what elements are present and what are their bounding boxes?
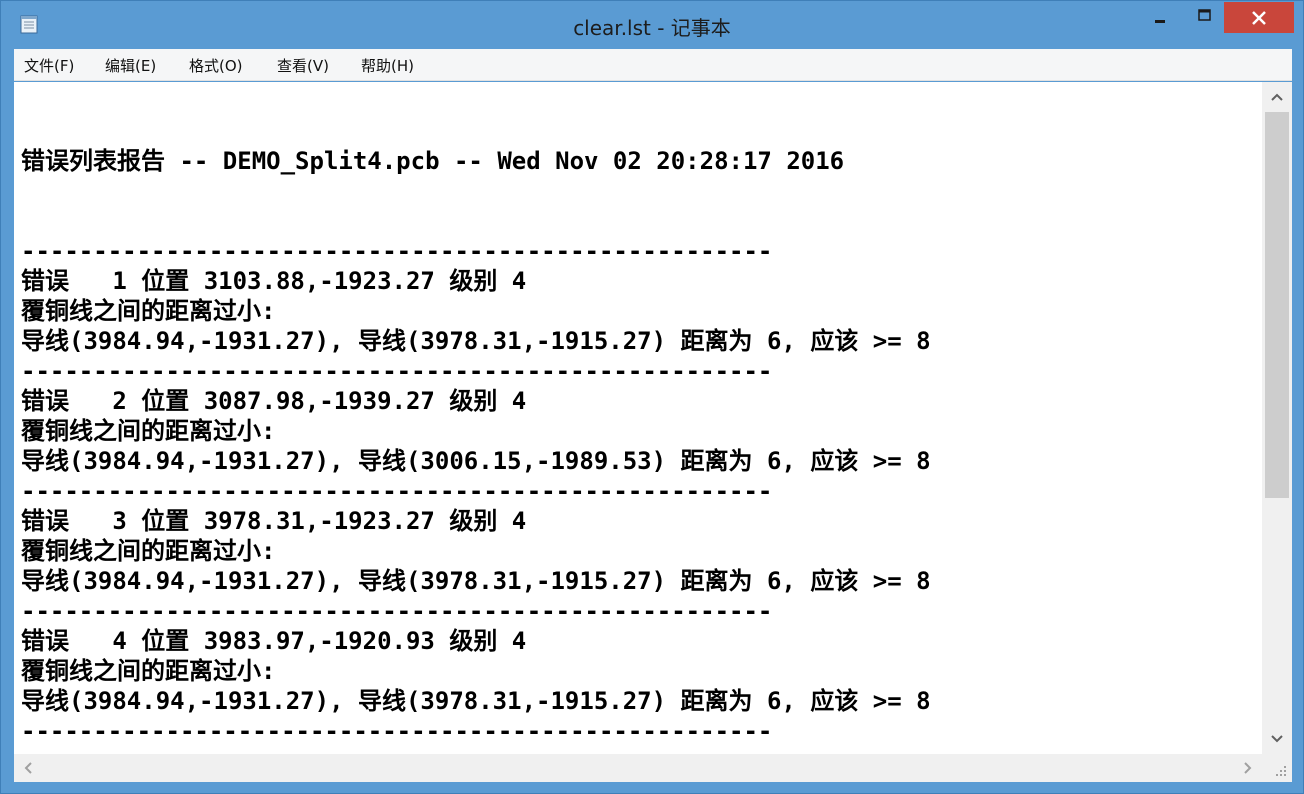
error-3-detail: 导线(3984.94,-1931.27), 导线(3978.31,-1915.2…	[21, 567, 931, 595]
notepad-window: clear.lst - 记事本 文件(F) 编辑(E) 格式(O) 查看(V) …	[0, 0, 1304, 794]
close-icon	[1224, 11, 1294, 37]
close-button[interactable]	[1224, 2, 1294, 33]
vertical-scroll-thumb[interactable]	[1265, 112, 1289, 498]
scroll-right-button[interactable]	[1234, 754, 1262, 782]
separator-line: ----------------------------------------…	[21, 477, 773, 505]
minimize-button[interactable]	[1143, 2, 1176, 28]
maximize-button[interactable]	[1188, 2, 1221, 28]
chevron-left-icon	[14, 762, 42, 786]
error-3-description: 覆铜线之间的距离过小:	[21, 537, 276, 565]
menu-file[interactable]: 文件(F)	[24, 55, 74, 76]
error-2-location: 错误 2 位置 3087.98,-1939.27 级别 4	[21, 387, 527, 415]
error-1-detail: 导线(3984.94,-1931.27), 导线(3978.31,-1915.2…	[21, 327, 931, 355]
window-title: clear.lst - 记事本	[573, 16, 731, 40]
vertical-scrollbar[interactable]	[1262, 82, 1292, 754]
menu-help[interactable]: 帮助(H)	[361, 55, 414, 76]
menu-bar: 文件(F) 编辑(E) 格式(O) 查看(V) 帮助(H)	[14, 49, 1292, 81]
chevron-right-icon	[1234, 762, 1262, 786]
menu-edit[interactable]: 编辑(E)	[105, 55, 156, 76]
error-4-detail: 导线(3984.94,-1931.27), 导线(3978.31,-1915.2…	[21, 687, 931, 715]
error-1-location: 错误 1 位置 3103.88,-1923.27 级别 4	[21, 267, 527, 295]
text-editor[interactable]: 错误列表报告 -- DEMO_Split4.pcb -- Wed Nov 02 …	[14, 82, 1292, 782]
scroll-down-button[interactable]	[1262, 724, 1292, 754]
menu-format[interactable]: 格式(O)	[189, 55, 243, 76]
maximize-icon	[1188, 9, 1221, 32]
separator-line: ----------------------------------------…	[21, 717, 773, 745]
separator-line: ----------------------------------------…	[21, 357, 773, 385]
scroll-left-button[interactable]	[14, 754, 42, 782]
error-3-location: 错误 3 位置 3978.31,-1923.27 级别 4	[21, 507, 527, 535]
size-grip[interactable]	[1262, 754, 1292, 782]
error-4-location: 错误 4 位置 3983.97,-1920.93 级别 4	[21, 627, 527, 655]
menu-view[interactable]: 查看(V)	[277, 55, 329, 76]
document-text[interactable]: 错误列表报告 -- DEMO_Split4.pcb -- Wed Nov 02 …	[21, 82, 1261, 752]
error-2-detail: 导线(3984.94,-1931.27), 导线(3006.15,-1989.5…	[21, 447, 931, 475]
size-grip-icon	[1262, 766, 1292, 786]
error-4-description: 覆铜线之间的距离过小:	[21, 657, 276, 685]
error-2-description: 覆铜线之间的距离过小:	[21, 417, 276, 445]
report-header: 错误列表报告 -- DEMO_Split4.pcb -- Wed Nov 02 …	[21, 147, 845, 175]
separator-line: ----------------------------------------…	[21, 597, 773, 625]
horizontal-scrollbar[interactable]	[14, 754, 1262, 782]
error-1-description: 覆铜线之间的距离过小:	[21, 297, 276, 325]
minimize-icon	[1143, 13, 1176, 32]
scroll-up-button[interactable]	[1262, 82, 1292, 112]
separator-line: ----------------------------------------…	[21, 237, 773, 265]
title-bar[interactable]: clear.lst - 记事本	[1, 1, 1303, 47]
